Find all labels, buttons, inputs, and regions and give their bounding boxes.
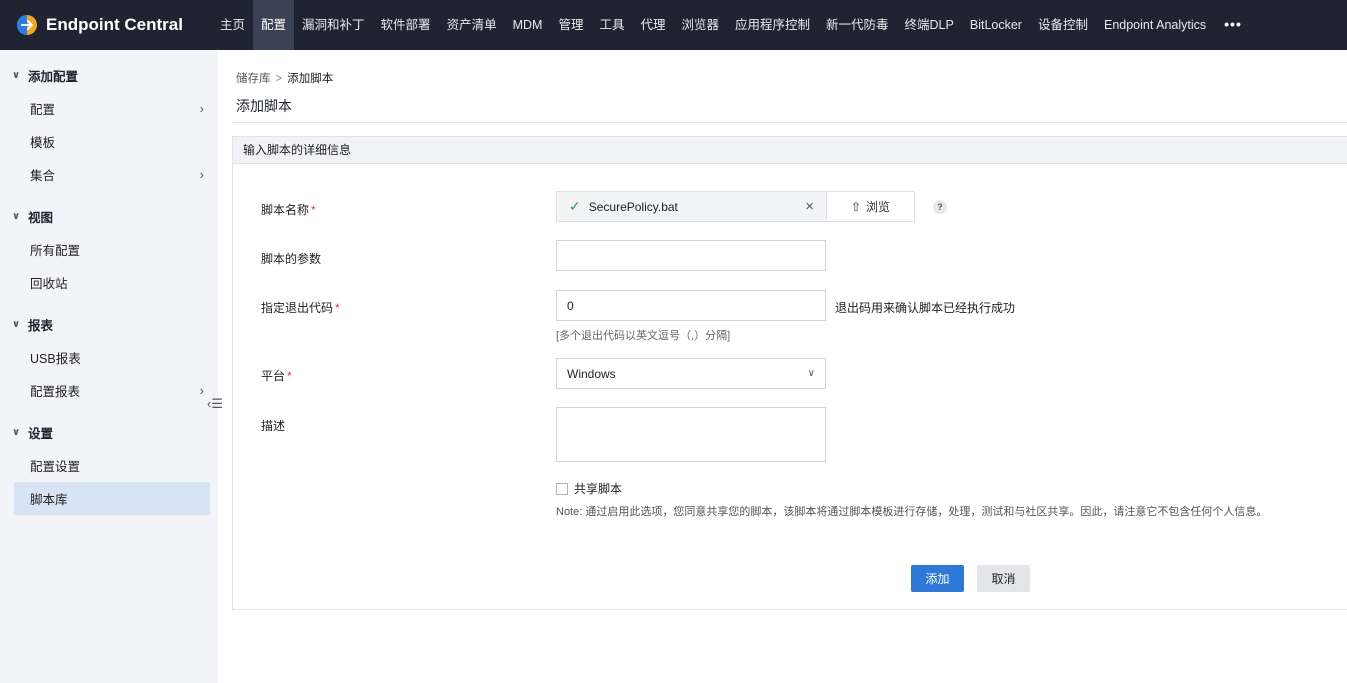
share-script-option[interactable]: 共享脚本 [556,480,622,497]
script-name-label: 脚本名称 * [261,203,316,217]
chevron-down-icon: ∨ [807,368,815,379]
sidebar-group-title: 视图 [28,210,54,225]
share-note: Note: 通过启用此选项，您同意共享您的脚本，该脚本将通过脚本模板进行存储，处… [556,506,1268,518]
sidebar-item-usb-reports[interactable]: USB报表 [0,341,218,374]
upload-icon: ⇧ [850,199,862,214]
sidebar-item-label: 配置设置 [30,460,81,474]
sidebar-group-title: 设置 [28,426,54,441]
breadcrumb: 储存库 > 添加脚本 [236,70,333,86]
description-textarea[interactable] [556,407,826,462]
sidebar-item-label: 回收站 [30,277,68,291]
sidebar-item-templates[interactable]: 模板 [0,125,218,158]
share-script-checkbox[interactable] [556,482,568,495]
nav-endpoint-analytics[interactable]: Endpoint Analytics [1096,0,1214,50]
sidebar-item-label: 配置 [30,103,56,117]
top-navigation-bar: Endpoint Central 主页 配置 漏洞和补丁 软件部署 资产清单 M… [0,0,1347,50]
required-mark: * [311,203,316,217]
brand[interactable]: Endpoint Central [0,0,212,50]
sidebar-item-label: 集合 [30,169,56,183]
title-divider [232,122,1347,123]
breadcrumb-parent-link[interactable]: 储存库 [236,73,271,85]
nav-endpoint-dlp[interactable]: 终端DLP [897,0,962,50]
check-icon: ✓ [569,198,581,214]
sidebar-item-label: 模板 [30,136,56,150]
sidebar-item-config-reports[interactable]: 配置报表 › [0,374,218,407]
platform-select[interactable]: Windows ∨ [556,358,826,389]
sidebar-item-label: 脚本库 [30,493,68,507]
sidebar-item-label: 所有配置 [30,244,81,258]
clear-file-icon[interactable]: × [805,198,814,215]
platform-label: 平台 * [261,369,292,383]
nav-mdm[interactable]: MDM [505,0,551,50]
add-button[interactable]: 添加 [911,565,964,592]
sidebar-item-configurations[interactable]: 配置 › [0,92,218,125]
selected-file-name: SecurePolicy.bat [588,199,678,214]
sidebar-group-title: 报表 [28,318,54,333]
chevron-down-icon: ∨ [12,210,21,222]
nav-device-control[interactable]: 设备控制 [1030,0,1096,50]
exit-code-label: 指定退出代码 * [261,301,340,315]
sidebar-group-title: 添加配置 [28,69,79,84]
description-label: 描述 [261,419,286,433]
brand-name: Endpoint Central [46,15,183,34]
sidebar-item-label: 配置报表 [30,385,81,399]
sidebar-item-script-repository[interactable]: 脚本库 [14,482,210,515]
nav-software-deployment[interactable]: 软件部署 [373,0,439,50]
nav-agent[interactable]: 代理 [632,0,673,50]
exit-code-hint: 退出码用来确认脚本已经执行成功 [835,301,1016,315]
platform-selected-value: Windows [567,366,616,381]
nav-tools[interactable]: 工具 [591,0,632,50]
endpoint-central-logo-icon [17,15,37,35]
sidebar-group-views[interactable]: ∨ 视图 [0,199,218,233]
script-details-panel: 输入脚本的详细信息 脚本名称 * ✓ SecurePolicy.bat × ⇧ 浏… [232,136,1347,610]
browse-button[interactable]: ⇧ 浏览 [826,191,915,222]
selected-file-field: ✓ SecurePolicy.bat × [556,191,826,222]
nav-threats-patches[interactable]: 漏洞和补丁 [294,0,373,50]
required-mark: * [287,369,292,383]
main-nav: 主页 配置 漏洞和补丁 软件部署 资产清单 MDM 管理 工具 代理 浏览器 应… [212,0,1252,50]
nav-inventory[interactable]: 资产清单 [439,0,505,50]
script-params-label: 脚本的参数 [261,252,322,266]
script-params-input[interactable] [556,240,826,271]
sidebar-item-all-configurations[interactable]: 所有配置 [0,233,218,266]
sidebar-item-label: USB报表 [30,352,81,366]
nav-next-gen-antivirus[interactable]: 新一代防毒 [818,0,897,50]
sidebar: ∨ 添加配置 配置 › 模板 集合 › ∨ 视图 所有配置 回收站 ∨ 报表 U… [0,50,218,683]
exit-code-format-hint: [多个退出代码以英文逗号（,）分隔] [556,330,731,342]
chevron-right-icon: › [199,101,204,116]
chevron-down-icon: ∨ [12,426,21,438]
required-mark: * [335,301,340,315]
sidebar-item-config-settings[interactable]: 配置设置 [0,449,218,482]
browse-label: 浏览 [866,200,891,214]
more-menu-icon[interactable]: ••• [1214,0,1252,50]
chevron-right-icon: › [199,167,204,182]
chevron-down-icon: ∨ [12,69,21,81]
nav-app-control[interactable]: 应用程序控制 [727,0,818,50]
exit-code-input[interactable] [556,290,826,321]
breadcrumb-current: 添加脚本 [287,73,334,85]
panel-header: 输入脚本的详细信息 [233,137,1347,164]
sidebar-item-collections[interactable]: 集合 › [0,158,218,191]
main-content: 储存库 > 添加脚本 添加脚本 输入脚本的详细信息 脚本名称 * ✓ SecurePo… [218,50,1347,683]
chevron-down-icon: ∨ [12,318,21,330]
nav-admin[interactable]: 管理 [550,0,591,50]
nav-bitlocker[interactable]: BitLocker [962,0,1030,50]
nav-configurations[interactable]: 配置 [253,0,295,50]
sidebar-group-add-config[interactable]: ∨ 添加配置 [0,58,218,92]
cancel-button[interactable]: 取消 [977,565,1030,592]
share-script-label: 共享脚本 [574,482,623,496]
help-icon[interactable]: ? [933,200,947,214]
page-title: 添加脚本 [236,98,292,114]
nav-browsers[interactable]: 浏览器 [673,0,727,50]
breadcrumb-separator: > [275,73,283,85]
nav-home[interactable]: 主页 [212,0,253,50]
sidebar-group-settings[interactable]: ∨ 设置 [0,415,218,449]
sidebar-group-reports[interactable]: ∨ 报表 [0,307,218,341]
sidebar-item-recycle-bin[interactable]: 回收站 [0,266,218,299]
